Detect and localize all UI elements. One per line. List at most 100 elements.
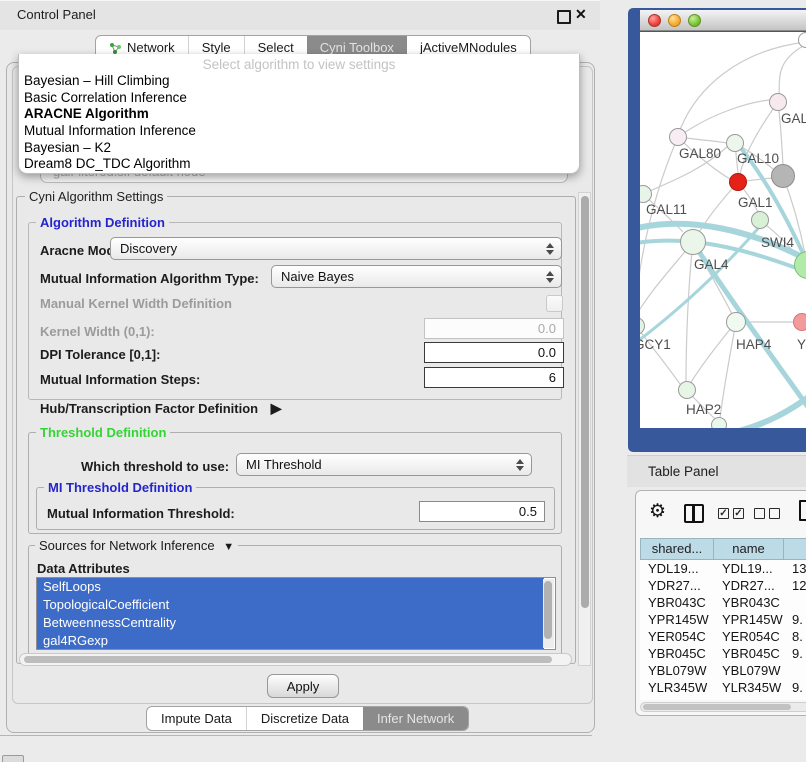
- kernel-width-label: Kernel Width (0,1):: [40, 324, 155, 339]
- scrollbar-thumb[interactable]: [581, 196, 589, 608]
- column-header-name[interactable]: name: [714, 538, 784, 560]
- network-node-hap2[interactable]: [678, 381, 696, 399]
- tab-discretize-data[interactable]: Discretize Data: [246, 707, 363, 730]
- dpi-tolerance-label: DPI Tolerance [0,1]:: [40, 347, 160, 362]
- attribute-list-scrollbar[interactable]: [543, 579, 554, 648]
- scrollbar-thumb[interactable]: [24, 656, 552, 663]
- dropdown-item-bayesian-hill[interactable]: Bayesian – Hill Climbing: [22, 73, 574, 89]
- hub-definition-label: Hub/Transcription Factor Definition: [40, 401, 258, 416]
- aracne-mode-combo[interactable]: Discovery: [110, 237, 562, 260]
- tab-impute-data[interactable]: Impute Data: [147, 707, 246, 730]
- mi-algorithm-type-label: Mutual Information Algorithm Type:: [40, 271, 259, 286]
- tab-infer-network[interactable]: Infer Network: [363, 707, 468, 730]
- table-horizontal-scrollbar[interactable]: [640, 702, 806, 712]
- network-node-hap4[interactable]: [726, 312, 746, 332]
- which-threshold-combo[interactable]: MI Threshold: [236, 453, 532, 476]
- network-node-gal4[interactable]: [680, 229, 706, 255]
- list-item-selfloops[interactable]: SelfLoops: [37, 578, 544, 596]
- node-label-gal4: GAL4: [694, 257, 729, 272]
- float-panel-icon[interactable]: [557, 10, 571, 24]
- table-row[interactable]: YER054CYER054C8.: [640, 628, 806, 645]
- close-window-icon[interactable]: [648, 14, 661, 27]
- network-node-gal2[interactable]: [769, 93, 787, 111]
- network-window-titlebar: [640, 10, 806, 31]
- network-node-selected-red[interactable]: [729, 173, 747, 191]
- sources-toggle[interactable]: Sources for Network Inference ▼: [35, 538, 238, 553]
- mi-steps-label: Mutual Information Steps:: [40, 372, 200, 387]
- zoom-window-icon[interactable]: [688, 14, 701, 27]
- table-header-row: shared... name A: [640, 538, 806, 560]
- table-row[interactable]: YPR145WYPR145W9.: [640, 611, 806, 628]
- dpi-tolerance-field[interactable]: 0.0: [424, 342, 564, 363]
- list-item-betweennesscentrality[interactable]: BetweennessCentrality: [37, 614, 544, 632]
- settings-horizontal-scrollbar[interactable]: [19, 653, 572, 666]
- screenshot-root: Control Panel ✕ Network Style Select Cyn…: [0, 0, 806, 762]
- list-item-gal4rgexp[interactable]: gal4RGexp: [37, 632, 544, 650]
- mi-steps-field[interactable]: 6: [424, 367, 564, 388]
- table-row[interactable]: YBR045CYBR045C9.: [640, 645, 806, 662]
- deselect-all-columns-icon[interactable]: [754, 508, 765, 519]
- dropdown-item-basic-correlation[interactable]: Basic Correlation Inference: [22, 90, 574, 106]
- data-attributes-list: SelfLoops TopologicalCoefficient Between…: [36, 577, 556, 650]
- mi-algorithm-type-combo[interactable]: Naive Bayes: [271, 265, 562, 288]
- minimize-window-icon[interactable]: [668, 14, 681, 27]
- hub-definition-toggle[interactable]: Hub/Transcription Factor Definition ▶: [40, 400, 282, 417]
- table-settings-gear-icon[interactable]: ⚙: [649, 500, 666, 523]
- network-canvas[interactable]: GAL GAL80 GAL10 GAL1 GAL11 SWI4 GAL4 GCY…: [640, 32, 806, 428]
- apply-button[interactable]: Apply: [267, 674, 339, 698]
- data-attributes-label: Data Attributes: [37, 561, 130, 576]
- table-row[interactable]: YDL19...YDL19...13: [640, 560, 806, 577]
- node-label-gal11: GAL11: [646, 202, 687, 217]
- which-threshold-label: Which threshold to use:: [81, 459, 229, 474]
- node-label-gal80: GAL80: [679, 146, 721, 161]
- new-table-icon[interactable]: [799, 500, 806, 521]
- control-panel-title: Control Panel: [17, 7, 96, 22]
- mi-algorithm-type-value: Naive Bayes: [272, 269, 542, 284]
- deselect-all-columns-icon[interactable]: [769, 508, 780, 519]
- node-label-gal: GAL: [781, 111, 806, 126]
- network-node-gray[interactable]: [771, 164, 795, 188]
- table-row[interactable]: YBR043CYBR043C: [640, 594, 806, 611]
- network-node-gal80[interactable]: [669, 128, 687, 146]
- kernel-width-field[interactable]: 0.0: [424, 318, 564, 339]
- cyni-algorithm-settings-title: Cyni Algorithm Settings: [25, 189, 167, 204]
- select-all-columns-icon[interactable]: ✓: [718, 508, 729, 519]
- mi-threshold-field[interactable]: 0.5: [419, 501, 545, 522]
- split-panel-icon[interactable]: [684, 504, 704, 523]
- node-label-swi4: SWI4: [761, 235, 794, 250]
- node-label-y-partial: Y: [797, 337, 806, 352]
- dropdown-item-aracne[interactable]: ARACNE Algorithm: [22, 106, 574, 122]
- scrollbar-thumb[interactable]: [544, 581, 552, 639]
- table-row[interactable]: YIL052CYIL052C9: [640, 696, 806, 700]
- algorithm-dropdown: Select algorithm to view settings Bayesi…: [18, 54, 580, 174]
- manual-kernel-width-checkbox[interactable]: [546, 295, 563, 312]
- close-icon[interactable]: ✕: [575, 6, 587, 23]
- network-icon: [109, 42, 122, 55]
- mi-threshold-label: Mutual Information Threshold:: [47, 506, 235, 521]
- settings-vertical-scrollbar[interactable]: [578, 192, 591, 666]
- dropdown-item-dream8[interactable]: Dream8 DC_TDC Algorithm: [22, 156, 574, 172]
- network-node[interactable]: [711, 417, 727, 428]
- combo-stepper-icon: [542, 271, 558, 283]
- scrollbar-thumb[interactable]: [643, 704, 791, 710]
- table-row[interactable]: YDR27...YDR27...12: [640, 577, 806, 594]
- dropdown-item-mutual-information[interactable]: Mutual Information Inference: [22, 123, 574, 139]
- combo-stepper-icon: [542, 243, 558, 255]
- bottom-tabbar: Impute Data Discretize Data Infer Networ…: [146, 706, 469, 731]
- network-node-gal10[interactable]: [726, 134, 744, 152]
- dropdown-item-bayesian-k2[interactable]: Bayesian – K2: [22, 140, 574, 156]
- dropdown-placeholder: Select algorithm to view settings: [19, 57, 579, 72]
- network-node-salmon[interactable]: [793, 313, 806, 331]
- collapsed-panel-icon[interactable]: [2, 755, 24, 762]
- node-label-gal10: GAL10: [737, 151, 779, 166]
- column-header-shared-name[interactable]: shared...: [640, 538, 714, 560]
- table-row[interactable]: YBL079WYBL079W: [640, 662, 806, 679]
- table-rows: YDL19...YDL19...13 YDR27...YDR27...12 YB…: [640, 560, 806, 700]
- column-header-partial[interactable]: A: [784, 538, 806, 560]
- table-row[interactable]: YLR345WYLR345W9.: [640, 679, 806, 696]
- combo-stepper-icon: [512, 459, 528, 471]
- network-node-swi4[interactable]: [751, 211, 769, 229]
- network-edges: [640, 32, 806, 428]
- list-item-topologicalcoefficient[interactable]: TopologicalCoefficient: [37, 596, 544, 614]
- select-all-columns-icon[interactable]: ✓: [733, 508, 744, 519]
